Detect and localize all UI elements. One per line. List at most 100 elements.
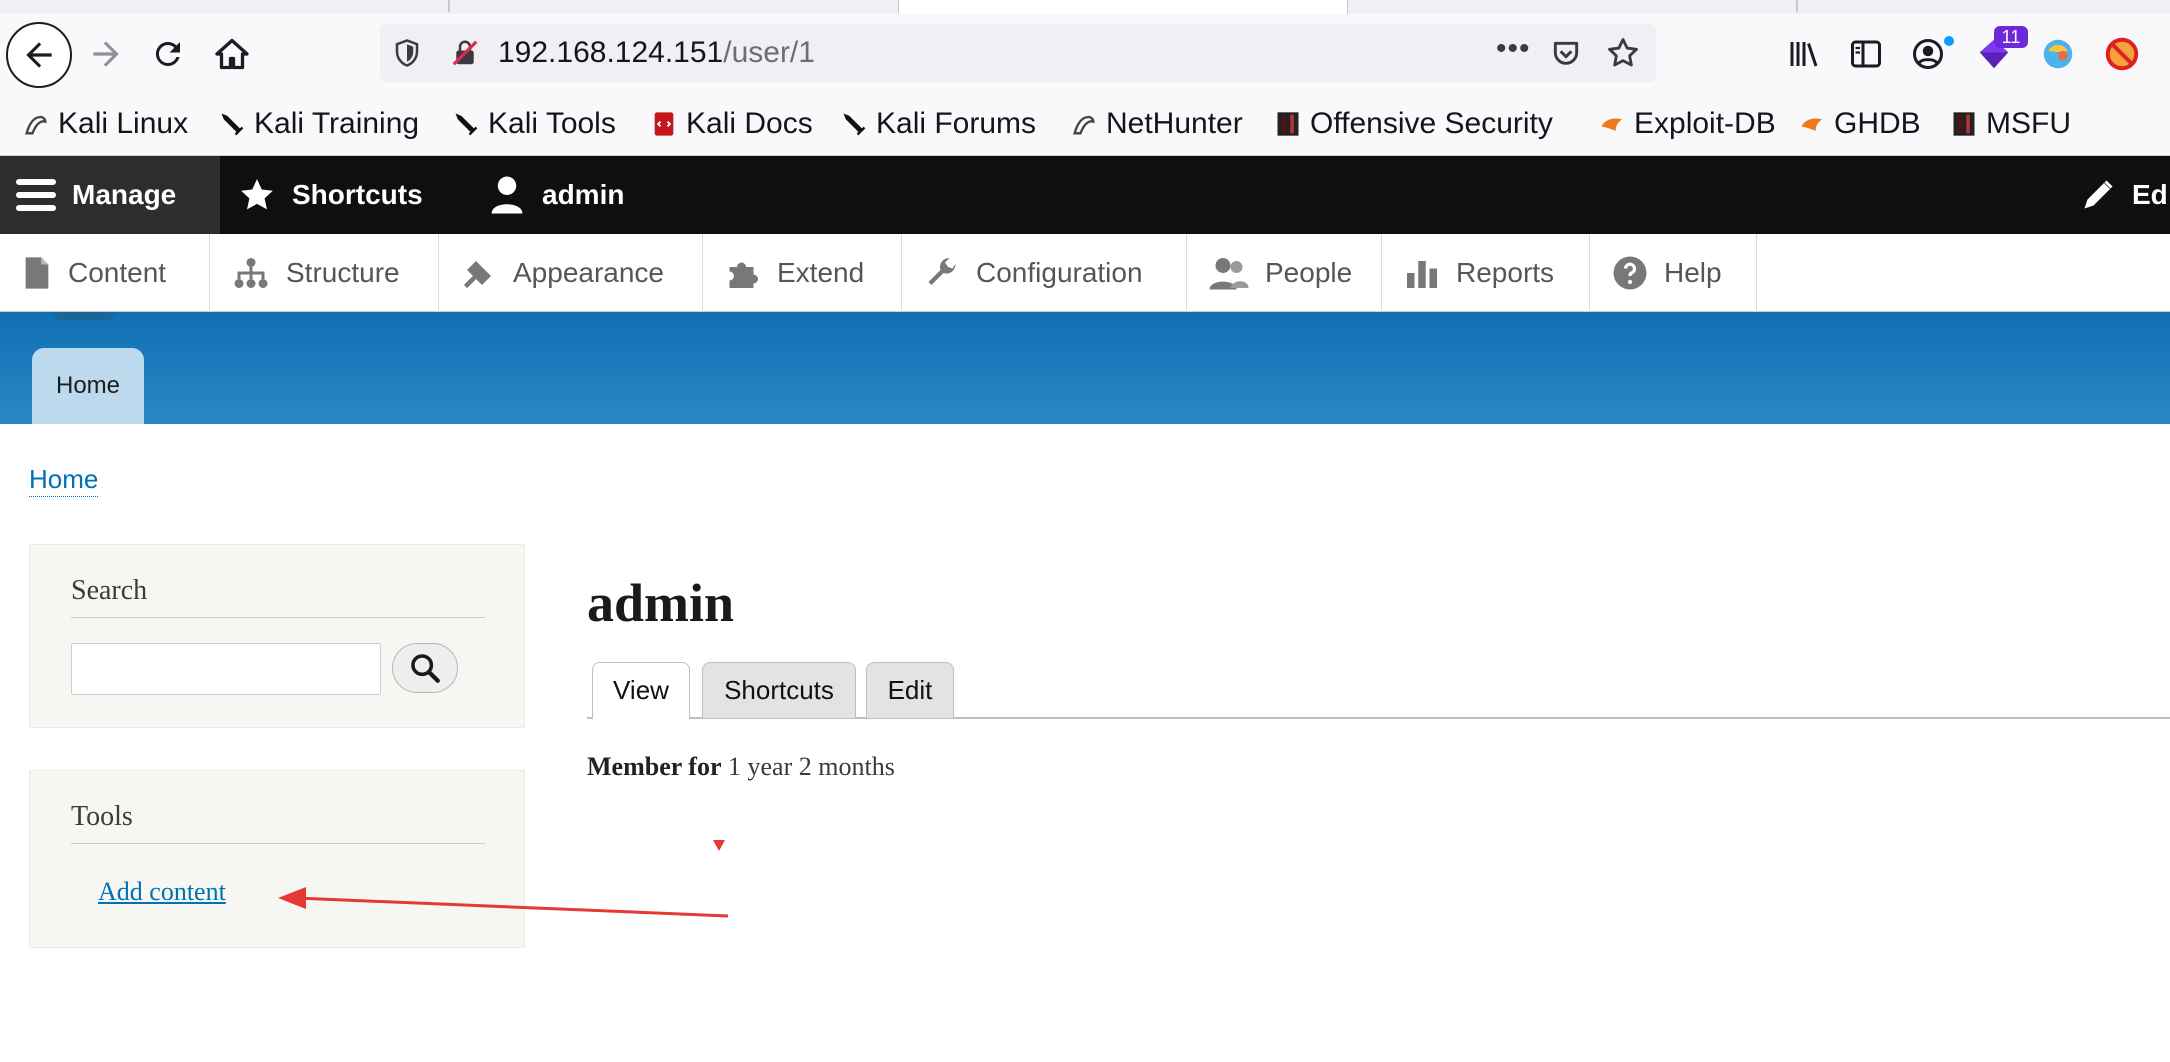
page-title: admin	[587, 573, 735, 633]
structure-icon	[232, 255, 270, 291]
site-logo[interactable]	[54, 312, 114, 320]
bookmark-item[interactable]: Kali Training	[218, 104, 419, 144]
toolbar-user-label: admin	[542, 179, 625, 210]
bookmark-item[interactable]: NetHunter	[1070, 104, 1243, 144]
bookmark-label: Kali Linux	[58, 107, 189, 140]
member-label: Member for	[587, 752, 722, 781]
tray-item-label: Appearance	[513, 257, 665, 288]
bookmark-item[interactable]: Exploit-DB	[1598, 104, 1776, 144]
tab-view[interactable]: View	[592, 662, 690, 720]
bookmark-label: MSFU	[1986, 107, 2071, 140]
home-button[interactable]	[204, 26, 260, 82]
bookmark-label: Offensive Security	[1310, 107, 1553, 140]
wrench-icon	[924, 255, 960, 291]
tab-edit[interactable]: Edit	[866, 662, 954, 718]
tray-item-label: Help	[1664, 257, 1722, 288]
bookmark-star-icon[interactable]	[1606, 36, 1640, 70]
tray-item-label: Structure	[286, 257, 400, 288]
breadcrumb-home-link[interactable]: Home	[29, 462, 99, 497]
bookmark-item[interactable]: MSFU	[1950, 104, 2071, 144]
content-icon	[22, 256, 52, 290]
library-icon[interactable]	[1784, 34, 1824, 74]
insecure-lock-icon[interactable]	[450, 38, 480, 68]
url-host: 192.168.124.151	[498, 36, 724, 69]
tray-item-reports[interactable]: Reports	[1382, 234, 1590, 312]
bookmark-label: Kali Tools	[488, 107, 616, 140]
tray-item-configuration[interactable]: Configuration	[902, 234, 1187, 312]
tray-item-label: Configuration	[976, 257, 1143, 288]
kali-sword-icon	[840, 110, 868, 138]
bookmark-label: Kali Forums	[876, 107, 1037, 140]
notification-dot	[1944, 36, 1954, 46]
annotation-marker	[713, 840, 725, 851]
toolbar-manage-label: Manage	[72, 179, 177, 210]
offsec-icon	[1950, 110, 1978, 138]
account-icon[interactable]	[1908, 34, 1948, 74]
pocket-icon[interactable]	[1550, 38, 1582, 70]
search-block: Search	[29, 544, 525, 728]
tray-item-extend[interactable]: Extend	[703, 234, 902, 312]
member-value: 1 year 2 months	[728, 752, 895, 781]
bookmark-label: Exploit-DB	[1634, 107, 1776, 140]
hamburger-icon	[16, 177, 56, 213]
tray-item-appearance[interactable]: Appearance	[439, 234, 703, 312]
home-icon	[215, 38, 249, 70]
tray-item-structure[interactable]: Structure	[210, 234, 439, 312]
bookmark-item[interactable]: Kali Forums	[840, 104, 1036, 144]
forward-button[interactable]	[78, 26, 134, 82]
toolbar-shortcuts[interactable]: Shortcuts	[238, 156, 423, 234]
bookmark-item[interactable]: Kali Linux	[22, 104, 188, 144]
search-input[interactable]	[71, 643, 381, 695]
tray-item-label: People	[1265, 257, 1353, 288]
search-button[interactable]	[392, 643, 458, 693]
tray-item-help[interactable]: Help	[1590, 234, 1757, 312]
tray-item-content[interactable]: Content	[0, 234, 210, 312]
extension-bird-icon[interactable]	[2038, 34, 2078, 74]
url-bar[interactable]: 192.168.124.151/user/1 •••	[380, 24, 1656, 82]
bookmark-label: Kali Docs	[686, 107, 813, 140]
tools-block: Tools Add content	[29, 770, 525, 948]
toolbar-shortcuts-label: Shortcuts	[292, 179, 423, 210]
tab-shortcuts[interactable]: Shortcuts	[702, 662, 856, 718]
extend-icon	[725, 255, 761, 291]
search-block-title: Search	[71, 575, 485, 618]
help-icon	[1612, 255, 1648, 291]
people-icon	[1209, 255, 1249, 291]
bookmark-item[interactable]: Kali Tools	[452, 104, 616, 144]
url-text[interactable]: 192.168.124.151/user/1	[498, 36, 815, 70]
member-since: Member for 1 year 2 months	[587, 752, 895, 782]
tools-block-title: Tools	[71, 801, 485, 844]
tray-item-people[interactable]: People	[1187, 234, 1382, 312]
offsec-icon	[1274, 110, 1302, 138]
site-header	[0, 312, 2170, 424]
add-content-link[interactable]: Add content	[98, 877, 226, 907]
bookmark-item[interactable]: Kali Docs	[650, 104, 813, 144]
browser-tab-strip	[0, 0, 2170, 14]
header-home-tab[interactable]: Home	[32, 348, 144, 424]
sidebar-icon[interactable]	[1846, 34, 1886, 74]
back-button[interactable]	[6, 22, 72, 88]
kali-sword-icon	[218, 110, 246, 138]
star-icon	[238, 176, 276, 214]
extension-blocker-icon[interactable]	[2102, 34, 2142, 74]
pencil-icon	[2080, 177, 2116, 213]
bookmark-item[interactable]: GHDB	[1798, 104, 1921, 144]
tray-item-label: Content	[68, 257, 167, 288]
browser-active-tab[interactable]	[898, 0, 1348, 14]
toolbar-user[interactable]: admin	[488, 156, 624, 234]
reload-button[interactable]	[140, 26, 196, 82]
user-icon	[488, 175, 526, 215]
url-path: /user/1	[723, 36, 815, 69]
tab-separator	[1796, 0, 1798, 12]
tray-item-label: Extend	[777, 257, 865, 288]
toolbar-manage[interactable]: Manage	[0, 156, 220, 234]
toolbar-edit[interactable]: Ed	[2080, 156, 2168, 234]
forward-arrow-icon	[93, 41, 119, 67]
page-actions-more-icon[interactable]: •••	[1496, 32, 1531, 66]
toolbar-edit-label: Ed	[2132, 179, 2168, 210]
back-arrow-icon	[26, 42, 52, 68]
bookmark-label: GHDB	[1834, 107, 1921, 140]
tracking-shield-icon[interactable]	[392, 38, 422, 68]
bookmark-item[interactable]: Offensive Security	[1274, 104, 1553, 144]
exploit-db-icon	[1798, 110, 1826, 138]
